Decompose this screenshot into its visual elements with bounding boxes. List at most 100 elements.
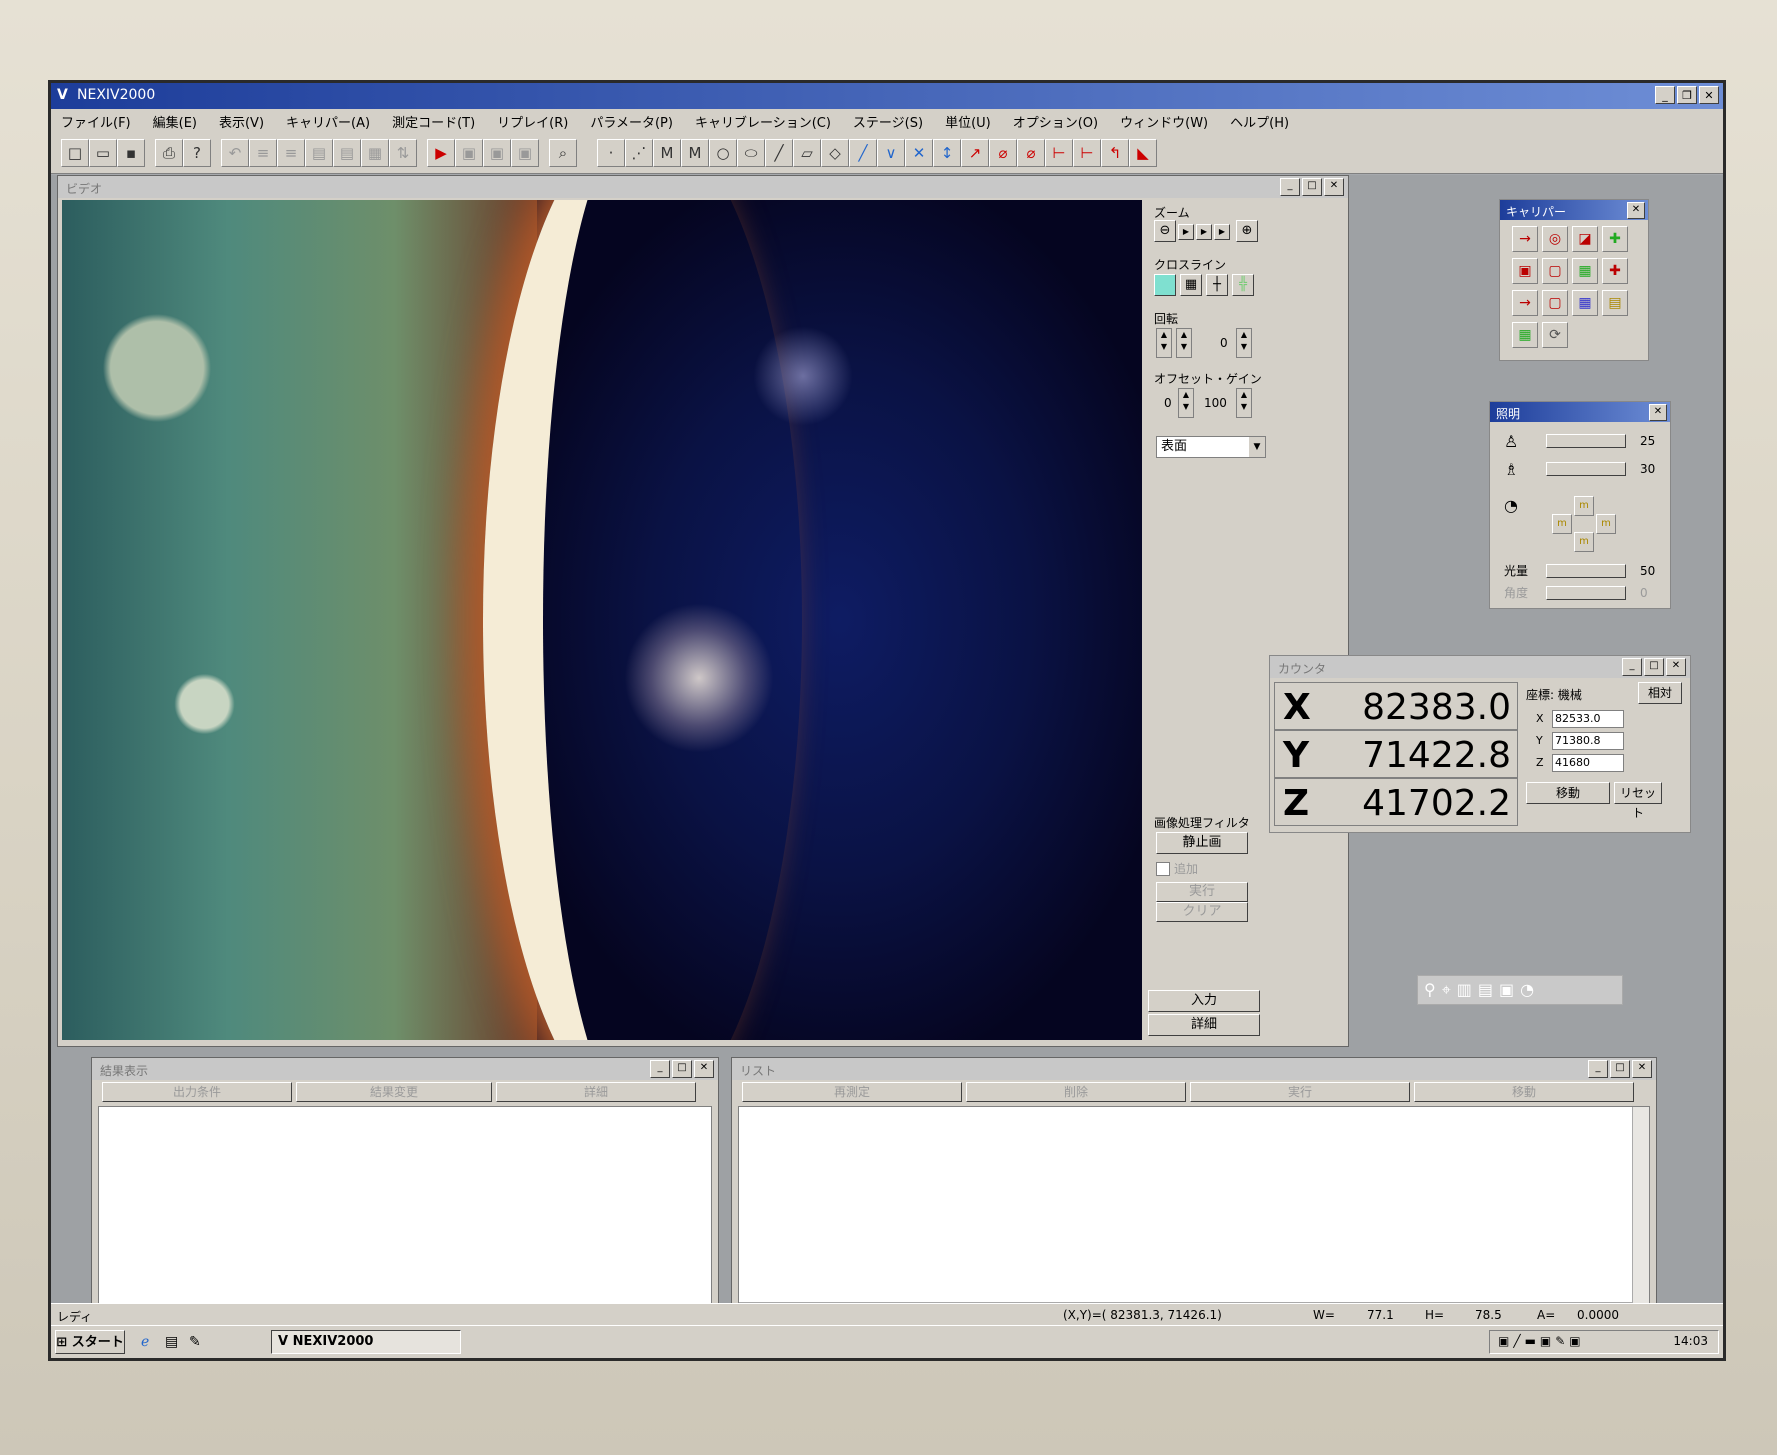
angle-icon[interactable]: ∨	[877, 139, 905, 167]
light-amount-slider[interactable]	[1546, 564, 1626, 578]
menu-file[interactable]: ファイル(F)	[61, 112, 131, 131]
ring-segment-left-icon[interactable]: m	[1552, 514, 1572, 534]
add-checkbox[interactable]	[1156, 862, 1170, 876]
minimized-toolstrip[interactable]: ⚲⌖▥▤▣◔	[1417, 975, 1623, 1005]
open-folder-icon[interactable]: ▭	[89, 139, 117, 167]
zoom-in-icon[interactable]: ⊕	[1236, 220, 1258, 242]
crossline-color-icon[interactable]	[1154, 274, 1176, 296]
intersect-icon[interactable]: ✕	[905, 139, 933, 167]
print-icon[interactable]: ⎙	[155, 139, 183, 167]
quicklaunch-icon[interactable]: ✎	[189, 1334, 201, 1350]
results-maximize-button[interactable]: □	[672, 1060, 692, 1078]
undo-icon[interactable]: ↶	[221, 139, 249, 167]
square-red-icon[interactable]: ▢	[1542, 290, 1568, 316]
menu-help[interactable]: ヘルプ(H)	[1230, 112, 1289, 131]
box-caliper-2-icon[interactable]: ▢	[1542, 258, 1568, 284]
zoom-step-2-icon[interactable]: ▶	[1196, 224, 1212, 240]
zoom-icon[interactable]: ⌕	[549, 139, 577, 167]
zoom-out-icon[interactable]: ⊖	[1154, 220, 1176, 242]
counter-minimize-button[interactable]: _	[1622, 658, 1642, 676]
menu-unit[interactable]: 単位(U)	[945, 112, 991, 131]
save-icon[interactable]: ▪	[117, 139, 145, 167]
list-execute-button[interactable]: 実行	[1190, 1082, 1410, 1102]
zoom-step-3-icon[interactable]: ▶	[1214, 224, 1230, 240]
graph-icon[interactable]: ◣	[1129, 139, 1157, 167]
move-button[interactable]: 移動	[1526, 782, 1610, 804]
line-icon[interactable]: ╱	[765, 139, 793, 167]
video-close-button[interactable]: ✕	[1324, 178, 1344, 196]
parallelogram-icon[interactable]: ▱	[793, 139, 821, 167]
diameter2-icon[interactable]: ⌀	[1017, 139, 1045, 167]
menu-calibration[interactable]: キャリブレーション(C)	[695, 112, 831, 131]
lighting-close-button[interactable]: ✕	[1649, 404, 1667, 421]
construct-icon-1[interactable]: ⊢	[1045, 139, 1073, 167]
menu-view[interactable]: 表示(V)	[219, 112, 264, 131]
tool-icon-5[interactable]: ▦	[361, 139, 389, 167]
surface-select[interactable]: 表面 ▼	[1156, 436, 1266, 458]
construct-icon-2[interactable]: ⊢	[1073, 139, 1101, 167]
coord-z-field[interactable]: 41680	[1552, 754, 1624, 772]
list-close-button[interactable]: ✕	[1632, 1060, 1652, 1078]
diamond-icon[interactable]: ◇	[821, 139, 849, 167]
diameter-icon[interactable]: ⌀	[989, 139, 1017, 167]
ring-segment-right-icon[interactable]: m	[1596, 514, 1616, 534]
clear-button[interactable]: クリア	[1156, 902, 1248, 922]
detail-button[interactable]: 詳細	[1148, 1014, 1260, 1036]
circle-icon[interactable]: ○	[709, 139, 737, 167]
tool-icon-9[interactable]: ▣	[511, 139, 539, 167]
help-icon[interactable]: ?	[183, 139, 211, 167]
list-move-button[interactable]: 移動	[1414, 1082, 1634, 1102]
target-icon[interactable]: ◎	[1542, 226, 1568, 252]
arrow-right-icon[interactable]: →	[1512, 226, 1538, 252]
point-icon[interactable]: ·	[597, 139, 625, 167]
rotate-spin-2[interactable]: ▲ ▼	[1176, 328, 1192, 358]
camera-view[interactable]	[62, 200, 1142, 1040]
offset-spin[interactable]: ▲ ▼	[1178, 388, 1194, 418]
result-change-button[interactable]: 結果変更	[296, 1082, 492, 1102]
caliper-close-button[interactable]: ✕	[1627, 202, 1645, 219]
results-detail-button[interactable]: 詳細	[496, 1082, 696, 1102]
tool-icon-8[interactable]: ▣	[483, 139, 511, 167]
minimize-button[interactable]: _	[1655, 86, 1675, 104]
ring-segment-bottom-icon[interactable]: m	[1574, 532, 1594, 552]
menu-option[interactable]: オプション(O)	[1013, 112, 1098, 131]
menu-stage[interactable]: ステージ(S)	[853, 112, 923, 131]
list-vertical-scrollbar[interactable]	[1632, 1107, 1649, 1303]
plus-red-icon[interactable]: ✚	[1602, 258, 1628, 284]
input-button[interactable]: 入力	[1148, 990, 1260, 1012]
bottom-light-slider[interactable]	[1546, 462, 1626, 476]
rotate-spin-3[interactable]: ▲ ▼	[1236, 328, 1252, 358]
taskbar-nexiv-task[interactable]: V NEXIV2000	[271, 1330, 461, 1354]
results-close-button[interactable]: ✕	[694, 1060, 714, 1078]
crossline-green-icon[interactable]: ╬	[1232, 274, 1254, 296]
construct-icon-3[interactable]: ↰	[1101, 139, 1129, 167]
menu-window[interactable]: ウィンドウ(W)	[1120, 112, 1208, 131]
menu-replay[interactable]: リプレイ(R)	[497, 112, 568, 131]
menu-edit[interactable]: 編集(E)	[153, 112, 197, 131]
menu-measure-code[interactable]: 測定コード(T)	[392, 112, 475, 131]
tool-icon-6[interactable]: ⇅	[389, 139, 417, 167]
diagonal-icon[interactable]: ↗	[961, 139, 989, 167]
rotate-spin-1[interactable]: ▲ ▼	[1156, 328, 1172, 358]
ie-icon[interactable]: ℯ	[141, 1334, 149, 1350]
vertical-distance-icon[interactable]: ↕	[933, 139, 961, 167]
light-angle-slider[interactable]	[1546, 586, 1626, 600]
multipoint-icon[interactable]: ⋰	[625, 139, 653, 167]
gain-spin[interactable]: ▲ ▼	[1236, 388, 1252, 418]
tool-icon-2[interactable]: ≡	[277, 139, 305, 167]
zoom-step-1-icon[interactable]: ▶	[1178, 224, 1194, 240]
grid-icon[interactable]: ▦	[1572, 258, 1598, 284]
grid-blue-icon[interactable]: ▦	[1572, 290, 1598, 316]
tool-icon-4[interactable]: ▤	[333, 139, 361, 167]
tool-icon-7[interactable]: ▣	[455, 139, 483, 167]
crossline-grid-icon[interactable]: ▦	[1180, 274, 1202, 296]
start-button[interactable]: ⊞ スタート	[55, 1330, 125, 1354]
ellipse-icon[interactable]: ⬭	[737, 139, 765, 167]
tool-icon-1[interactable]: ≡	[249, 139, 277, 167]
counter-maximize-button[interactable]: □	[1644, 658, 1664, 676]
grid-yellow-icon[interactable]: ▤	[1602, 290, 1628, 316]
remeasure-button[interactable]: 再測定	[742, 1082, 962, 1102]
edge-m2-icon[interactable]: M	[681, 139, 709, 167]
menu-parameter[interactable]: パラメータ(P)	[590, 112, 673, 131]
grid-green-icon[interactable]: ▦	[1512, 322, 1538, 348]
